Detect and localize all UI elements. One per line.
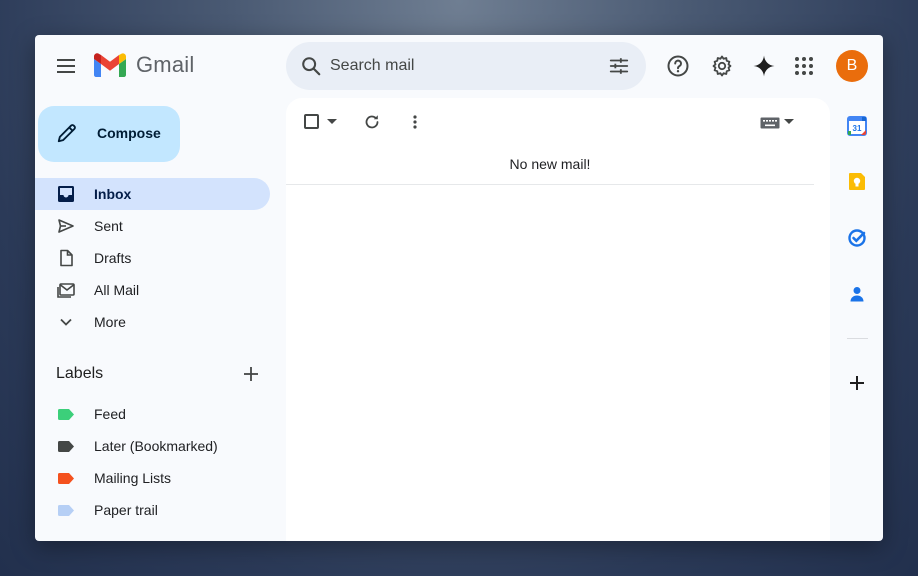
gmail-m-icon bbox=[94, 53, 126, 77]
account-avatar[interactable]: B bbox=[836, 50, 868, 82]
inbox-icon bbox=[57, 185, 75, 203]
all-mail-icon bbox=[57, 281, 75, 299]
tasks-icon[interactable] bbox=[847, 228, 867, 248]
label-name: Later (Bookmarked) bbox=[94, 438, 218, 454]
calendar-day: 31 bbox=[853, 124, 862, 133]
more-vertical-icon[interactable] bbox=[406, 113, 424, 131]
label-tag-icon bbox=[58, 505, 74, 516]
label-item-mailing-lists[interactable]: Mailing Lists bbox=[35, 463, 270, 493]
empty-inbox-message: No new mail! bbox=[509, 156, 591, 172]
compose-button[interactable]: Compose bbox=[38, 106, 180, 162]
select-all-checkbox[interactable] bbox=[304, 114, 319, 129]
add-label-icon[interactable] bbox=[242, 365, 260, 383]
labels-heading: Labels bbox=[56, 365, 104, 382]
gmail-logo[interactable]: Gmail bbox=[94, 52, 194, 78]
gemini-sparkle-icon[interactable] bbox=[752, 54, 776, 78]
draft-icon bbox=[57, 249, 75, 267]
nav-label: Sent bbox=[94, 218, 123, 234]
nav-item-drafts[interactable]: Drafts bbox=[35, 242, 270, 274]
nav-label: All Mail bbox=[94, 282, 140, 298]
label-item-later[interactable]: Later (Bookmarked) bbox=[35, 431, 270, 461]
nav-label: Drafts bbox=[94, 250, 132, 266]
chevron-down-icon bbox=[57, 313, 75, 331]
send-icon bbox=[57, 217, 75, 235]
help-icon[interactable] bbox=[666, 54, 690, 78]
add-icon[interactable] bbox=[847, 373, 867, 393]
list-divider bbox=[286, 184, 814, 185]
pencil-icon bbox=[57, 124, 76, 143]
settings-gear-icon[interactable] bbox=[710, 54, 734, 78]
refresh-icon[interactable] bbox=[363, 113, 381, 131]
message-list-panel: No new mail! bbox=[286, 98, 830, 541]
label-tag-icon bbox=[58, 409, 74, 420]
calendar-icon[interactable]: 31 bbox=[847, 116, 867, 136]
keep-icon[interactable] bbox=[847, 172, 867, 192]
search-input[interactable] bbox=[330, 52, 590, 80]
gmail-window: Gmail Search mail B Compose Inbox Sent D… bbox=[35, 35, 883, 541]
select-dropdown-caret-icon[interactable] bbox=[327, 119, 337, 125]
label-tag-icon bbox=[58, 473, 74, 484]
rail-divider bbox=[847, 338, 868, 339]
app-title: Gmail bbox=[136, 52, 195, 77]
nav-label: Inbox bbox=[94, 186, 132, 202]
nav-item-sent[interactable]: Sent bbox=[35, 210, 270, 242]
keyboard-icon[interactable] bbox=[760, 117, 780, 129]
main-menu-icon[interactable] bbox=[55, 55, 77, 77]
label-name: Feed bbox=[94, 406, 126, 422]
label-name: Mailing Lists bbox=[94, 470, 172, 486]
nav-item-more[interactable]: More bbox=[35, 306, 270, 338]
label-item-feed[interactable]: Feed bbox=[35, 399, 270, 429]
compose-label: Compose bbox=[97, 125, 161, 141]
nav-item-inbox[interactable]: Inbox bbox=[35, 178, 270, 210]
apps-grid-icon[interactable] bbox=[792, 54, 816, 78]
label-name: Paper trail bbox=[94, 502, 158, 518]
label-item-paper-trail[interactable]: Paper trail bbox=[35, 495, 270, 525]
search-icon[interactable] bbox=[300, 55, 322, 77]
input-tools-caret-icon[interactable] bbox=[784, 119, 794, 125]
nav-label: More bbox=[94, 314, 126, 330]
label-tag-icon bbox=[58, 441, 74, 452]
contacts-icon[interactable] bbox=[847, 284, 867, 304]
search-bar[interactable] bbox=[286, 42, 646, 90]
nav-item-all-mail[interactable]: All Mail bbox=[35, 274, 270, 306]
search-options-icon[interactable] bbox=[608, 55, 630, 77]
